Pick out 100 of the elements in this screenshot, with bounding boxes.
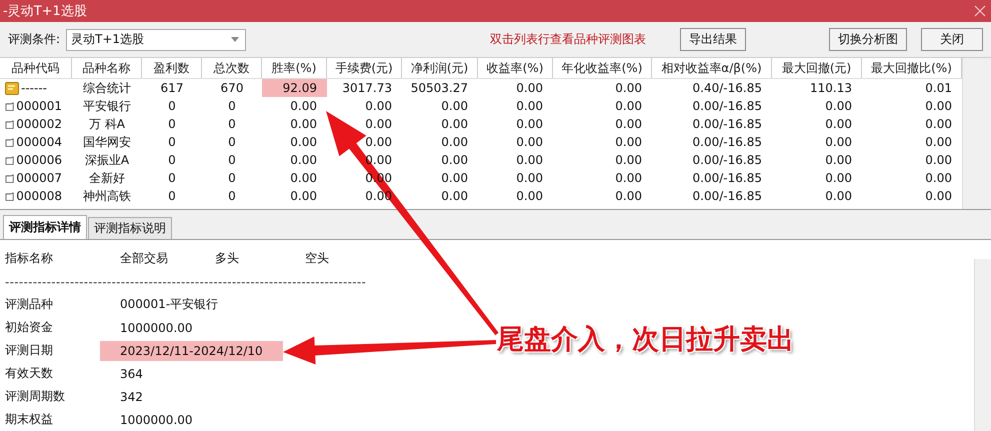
table-cell-text: 0 bbox=[227, 134, 237, 152]
folder-icon bbox=[5, 82, 19, 95]
table-cell-text: 000007 bbox=[16, 170, 62, 188]
column-header[interactable]: 年化收益率(%) bbox=[553, 58, 652, 78]
table-cell-text: 0 bbox=[167, 134, 177, 152]
condition-label: 评测条件: bbox=[8, 31, 60, 48]
table-cell-text: 000002 bbox=[16, 116, 62, 134]
toolbar-button[interactable]: 关闭 bbox=[921, 28, 983, 52]
table-cell-text: 万 科A bbox=[88, 116, 126, 134]
column-header: 指标名称 bbox=[5, 250, 54, 267]
metric-label: 期末权益 bbox=[5, 411, 54, 428]
table-cell-text: 0 bbox=[227, 188, 237, 206]
table-cell-text: 670 bbox=[220, 80, 244, 98]
metric-label: 评测品种 bbox=[5, 296, 54, 313]
checkbox-icon bbox=[5, 172, 14, 185]
table-cell-text: 0.00 bbox=[515, 116, 544, 134]
table-cell-text: 0.00 bbox=[515, 188, 544, 206]
metric-label: 有效天数 bbox=[5, 365, 54, 382]
table-cell-text: 0.00 bbox=[515, 80, 544, 98]
table-cell-text: 0.01 bbox=[924, 80, 953, 98]
scrollbar[interactable] bbox=[962, 58, 991, 210]
table-cell: 92.09 bbox=[262, 79, 327, 98]
table-cell-text: 0.00 bbox=[924, 170, 953, 188]
table-cell-text: 0.00 bbox=[440, 116, 469, 134]
toolbar-button[interactable]: 切换分析图 bbox=[829, 28, 907, 52]
table-cell-text: 000006 bbox=[16, 152, 62, 170]
column-header[interactable]: 收益率(%) bbox=[478, 58, 553, 78]
annotation-text: 尾盘介入，次日拉升卖出 bbox=[497, 323, 794, 357]
table-cell-text: 0 bbox=[227, 170, 237, 188]
table-cell-text: 0.00 bbox=[614, 170, 643, 188]
table-cell-text: 国华网安 bbox=[82, 134, 132, 152]
table-cell-text: 0.00 bbox=[289, 170, 318, 188]
table-cell-text: 0.00 bbox=[440, 170, 469, 188]
table-cell-text: 0.00 bbox=[440, 188, 469, 206]
column-header: 空头 bbox=[305, 250, 329, 267]
table-cell-text: 0.00 bbox=[364, 116, 393, 134]
table-cell-text: 0.00/-16.85 bbox=[692, 116, 763, 134]
table-cell-text: 0.00 bbox=[515, 170, 544, 188]
table-cell-text: 0.00 bbox=[824, 134, 853, 152]
table-cell-text: 平安银行 bbox=[82, 98, 132, 116]
table-cell-text: 0 bbox=[227, 98, 237, 116]
column-header[interactable]: 总次数 bbox=[202, 58, 262, 78]
table-cell-text: 0.00 bbox=[289, 152, 318, 170]
table-cell-text: 0.00/-16.85 bbox=[692, 134, 763, 152]
table-cell-text: 0.00 bbox=[614, 188, 643, 206]
metric-value: 364 bbox=[119, 366, 144, 380]
table-cell-text: 0.00 bbox=[614, 152, 643, 170]
table-cell-text: 0.00 bbox=[824, 98, 853, 116]
table-cell-text: 0.00 bbox=[289, 116, 318, 134]
column-header[interactable]: 品种代码 bbox=[0, 58, 72, 78]
table-cell-text: 0.00 bbox=[614, 116, 643, 134]
table-cell-text: 0.00 bbox=[924, 134, 953, 152]
table-cell-text: 0.00 bbox=[614, 98, 643, 116]
table-cell-text: 0.00 bbox=[924, 152, 953, 170]
table-cell-text: 0 bbox=[167, 152, 177, 170]
table-cell-text: 0.00/-16.85 bbox=[692, 152, 763, 170]
column-header[interactable]: 手续费(元) bbox=[327, 58, 402, 78]
column-header[interactable]: 盈利数 bbox=[142, 58, 202, 78]
checkbox-icon bbox=[5, 154, 14, 167]
checkbox-icon bbox=[5, 118, 14, 131]
column-header: 全部交易 bbox=[120, 250, 169, 267]
table-cell-text: 0.00 bbox=[614, 80, 643, 98]
table-cell-text: 0 bbox=[167, 98, 177, 116]
column-header[interactable]: 净利润(元) bbox=[402, 58, 478, 78]
table-cell-text: 0.00 bbox=[440, 134, 469, 152]
table-cell-text: 0 bbox=[167, 170, 177, 188]
table-cell-text: 0.00 bbox=[440, 152, 469, 170]
separator-line: ------------------------------------------------------------------------------ bbox=[5, 274, 366, 288]
checkbox-icon bbox=[5, 100, 14, 113]
table-cell-text: 综合统计 bbox=[82, 80, 132, 98]
hint-text: 双击列表行查看品种评测图表 bbox=[490, 31, 646, 48]
table-cell-text: 000001 bbox=[16, 98, 62, 116]
table-cell-text: 0.00 bbox=[289, 188, 318, 206]
metric-value: 1000000.00 bbox=[119, 320, 194, 334]
table-cell-text: 110.13 bbox=[809, 80, 853, 98]
column-header[interactable]: 品种名称 bbox=[72, 58, 142, 78]
table-cell-text: 0 bbox=[167, 188, 177, 206]
column-header[interactable]: 最大回撤(元) bbox=[772, 58, 862, 78]
caret-icon bbox=[231, 37, 240, 42]
tab[interactable]: 评测指标详情 bbox=[3, 215, 87, 239]
table-cell-text: 0.00/-16.85 bbox=[692, 170, 763, 188]
metric-value: 2023/12/11-2024/12/10 bbox=[100, 340, 283, 360]
column-header: 多头 bbox=[215, 250, 240, 267]
toolbar-button[interactable]: 导出结果 bbox=[680, 28, 746, 52]
column-header[interactable]: 胜率(%) bbox=[262, 58, 327, 78]
metric-label: 评测周期数 bbox=[5, 388, 66, 405]
checkbox-icon bbox=[5, 190, 14, 203]
table-cell-text: 3017.73 bbox=[341, 80, 393, 98]
table-cell-text: ------ bbox=[21, 80, 47, 98]
column-header[interactable]: 相对收益率α/β(%) bbox=[652, 58, 772, 78]
table-cell-text: 0.00 bbox=[924, 98, 953, 116]
condition-dropdown[interactable]: 灵动T+1选股 bbox=[66, 28, 246, 51]
table-cell-text: 0.00 bbox=[924, 116, 953, 134]
table-cell-text: 000004 bbox=[16, 134, 62, 152]
table-cell-text: 0.00 bbox=[364, 134, 393, 152]
close-icon[interactable] bbox=[974, 5, 986, 18]
scrollbar[interactable] bbox=[974, 259, 991, 431]
table-cell-text: 全新好 bbox=[88, 170, 126, 188]
table-cell-text: 神州高铁 bbox=[82, 188, 132, 206]
tab[interactable]: 评测指标说明 bbox=[88, 217, 172, 239]
